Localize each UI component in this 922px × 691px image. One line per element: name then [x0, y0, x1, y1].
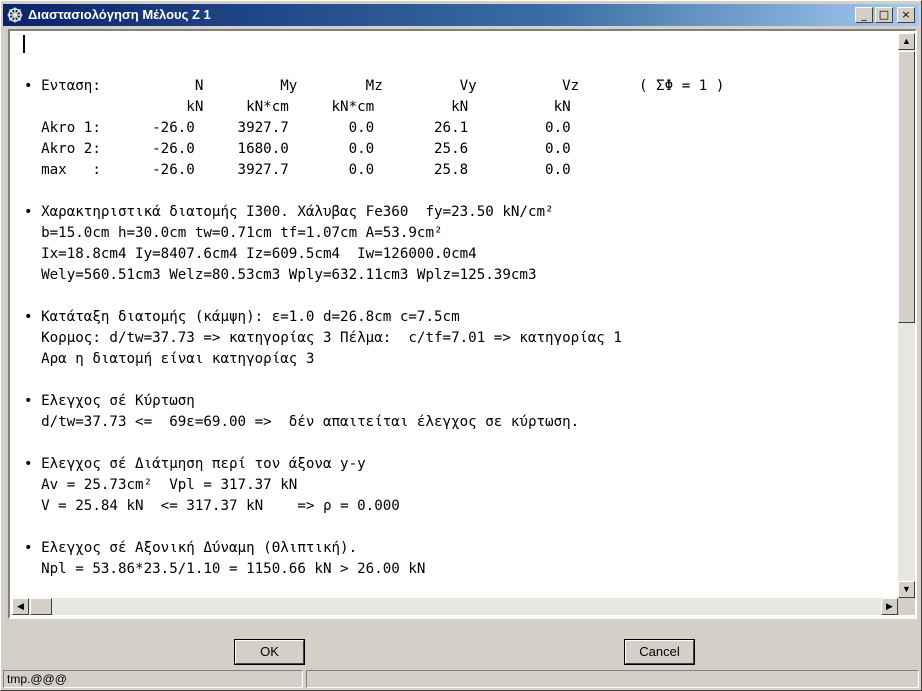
report-line: • Χαρακτηριστικά διατομής I300. Χάλυβας … — [24, 204, 554, 220]
report-line: • Ενταση: N My Mz Vy Vz ( ΣΦ = 1 ) — [24, 78, 725, 94]
report-line: Ix=18.8cm4 Iy=8407.6cm4 Iz=609.5cm4 Iw=1… — [24, 246, 477, 262]
scrollbar-corner — [898, 598, 915, 615]
maximize-button[interactable]: □ — [875, 7, 893, 23]
text-cursor — [23, 35, 25, 53]
horizontal-scroll-thumb[interactable] — [30, 598, 52, 615]
scroll-down-button[interactable]: ▼ — [898, 581, 915, 598]
horizontal-scrollbar[interactable]: ◀ ▶ — [12, 598, 898, 615]
report-line — [24, 286, 724, 307]
report-line: • Ελεγχος σέ Αξονική Δύναμη (Θλιπτική). — [24, 540, 358, 556]
report-line — [24, 433, 724, 454]
report-line — [24, 517, 724, 538]
report-content: • Ενταση: N My Mz Vy Vz ( ΣΦ = 1 ) kN kN… — [24, 76, 724, 580]
status-bar: tmp.@@@ — [3, 670, 919, 689]
scroll-left-button[interactable]: ◀ — [12, 598, 29, 615]
report-line: Akro 2: -26.0 1680.0 0.0 25.6 0.0 — [24, 141, 571, 157]
report-text-area[interactable]: • Ενταση: N My Mz Vy Vz ( ΣΦ = 1 ) kN kN… — [8, 29, 917, 619]
ok-button[interactable]: OK — [234, 639, 305, 665]
report-line: Akro 1: -26.0 3927.7 0.0 26.1 0.0 — [24, 120, 571, 136]
status-panel-right — [306, 670, 919, 688]
report-line: • Ελεγχος σέ Διάτμηση περί τον άξονα y-y — [24, 456, 366, 472]
status-panel-left: tmp.@@@ — [3, 670, 303, 688]
title-bar[interactable]: Διαστασιολόγηση Μέλους Z 1 _ □ × — [3, 4, 919, 26]
scroll-up-button[interactable]: ▲ — [898, 33, 915, 50]
report-line: d/tw=37.73 <= 69ε=69.00 => δέν απαιτείτα… — [24, 414, 580, 430]
report-line: max : -26.0 3927.7 0.0 25.8 0.0 — [24, 162, 571, 178]
minimize-button[interactable]: _ — [855, 7, 873, 23]
vertical-scrollbar[interactable]: ▲ ▼ — [898, 33, 915, 598]
report-line: Av = 25.73cm² Vpl = 317.37 kN — [24, 477, 298, 493]
report-line: • Κατάταξη διατομής (κάμψη): ε=1.0 d=26.… — [24, 309, 460, 325]
cancel-button[interactable]: Cancel — [624, 639, 695, 665]
vertical-scroll-thumb[interactable] — [898, 51, 915, 323]
scroll-right-button[interactable]: ▶ — [881, 598, 898, 615]
close-button[interactable]: × — [897, 7, 915, 23]
report-line: Npl = 53.86*23.5/1.10 = 1150.66 kN > 26.… — [24, 561, 426, 577]
report-line: V = 25.84 kN <= 317.37 kN => ρ = 0.000 — [24, 498, 400, 514]
steering-wheel-icon — [7, 7, 23, 23]
window-title: Διαστασιολόγηση Μέλους Z 1 — [28, 7, 211, 22]
report-line: Wely=560.51cm3 Welz=80.53cm3 Wply=632.11… — [24, 267, 537, 283]
report-line: Κορμος: d/tw=37.73 => κατηγορίας 3 Πέλμα… — [24, 330, 622, 346]
report-line: • Ελεγχος σέ Κύρτωση — [24, 393, 195, 409]
dialog-window: Διαστασιολόγηση Μέλους Z 1 _ □ × • Εντασ… — [0, 0, 922, 691]
report-line — [24, 370, 724, 391]
report-line — [24, 181, 724, 202]
report-line: Αρα η διατομή είναι κατηγορίας 3 — [24, 351, 315, 367]
report-line: kN kN*cm kN*cm kN kN — [24, 99, 571, 115]
report-line: b=15.0cm h=30.0cm tw=0.71cm tf=1.07cm A=… — [24, 225, 443, 241]
